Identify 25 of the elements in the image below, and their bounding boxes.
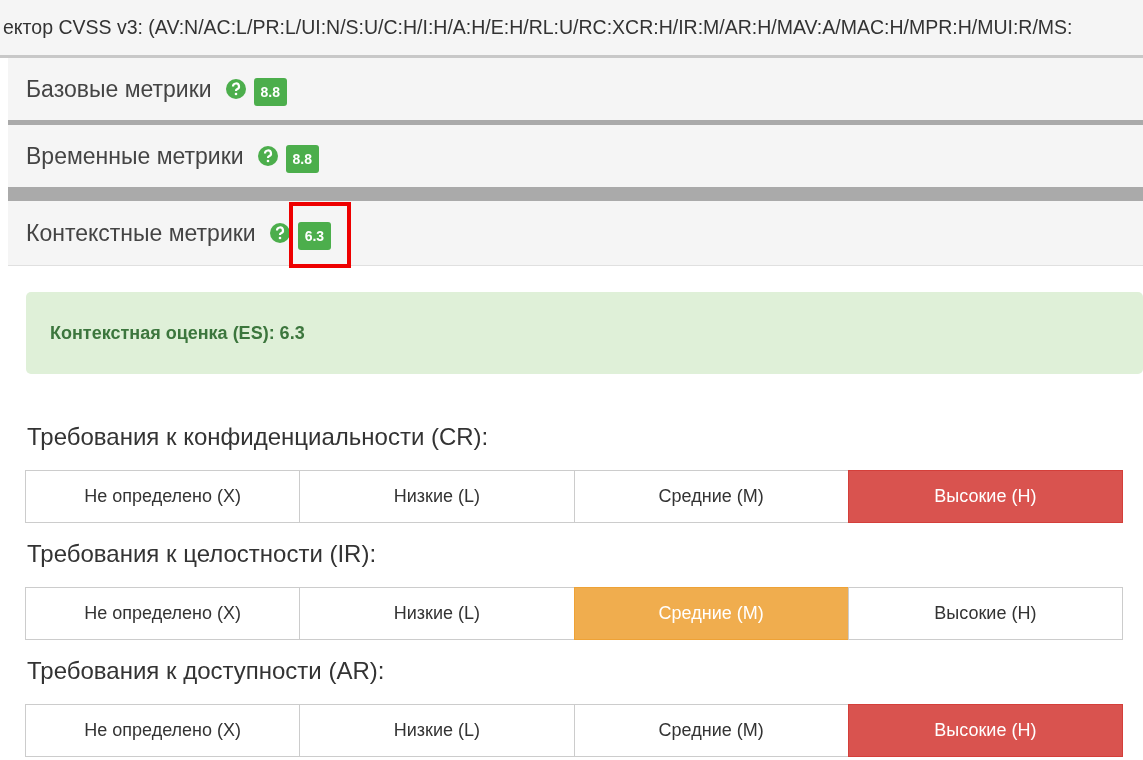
option-button[interactable]: Не определено (X) <box>25 587 301 640</box>
group-title: Требования к конфиденциальности (CR): <box>27 422 490 452</box>
score-badge: 8.8 <box>253 78 288 106</box>
option-button[interactable]: Не определено (X) <box>25 470 301 523</box>
option-button[interactable]: Низкие (L) <box>299 587 575 640</box>
option-button[interactable]: Высокие (H) <box>847 587 1123 640</box>
option-button[interactable]: Средние (M) <box>573 704 849 757</box>
score-badge: 8.8 <box>285 145 320 173</box>
option-button[interactable]: Средние (M) <box>573 470 849 523</box>
vector-text: ектор CVSS v3: (AV:N/AC:L/PR:L/UI:N/S:U/C:H/I:H/A:H/E:H/RL:U/RC:XCR:H/IR:M/AR:H/MAV:A/MAC:H/MPR:H/MUI:R/MS: <box>2 16 1073 39</box>
section-header[interactable]: Временные метрики 8.8 <box>8 125 1143 201</box>
option-button[interactable]: Высокие (H) <box>847 470 1123 523</box>
help-icon[interactable] <box>225 79 246 99</box>
group-title: Требования к целостности (IR): <box>27 539 378 569</box>
section-header[interactable]: Контекстные метрики 6.3 <box>8 201 1143 266</box>
score-badge: 6.3 <box>297 222 332 250</box>
help-icon[interactable] <box>257 146 278 166</box>
section-header[interactable]: Базовые метрики 8.8 <box>8 58 1143 125</box>
option-button[interactable]: Не определено (X) <box>25 704 301 757</box>
option-button[interactable]: Низкие (L) <box>299 470 575 523</box>
help-icon[interactable] <box>269 223 290 243</box>
group-title: Требования к доступности (AR): <box>27 656 386 686</box>
option-button[interactable]: Низкие (L) <box>299 704 575 757</box>
score-alert: Контекстная оценка (ES): 6.3 <box>26 292 1143 374</box>
option-button[interactable]: Высокие (H) <box>847 704 1123 757</box>
